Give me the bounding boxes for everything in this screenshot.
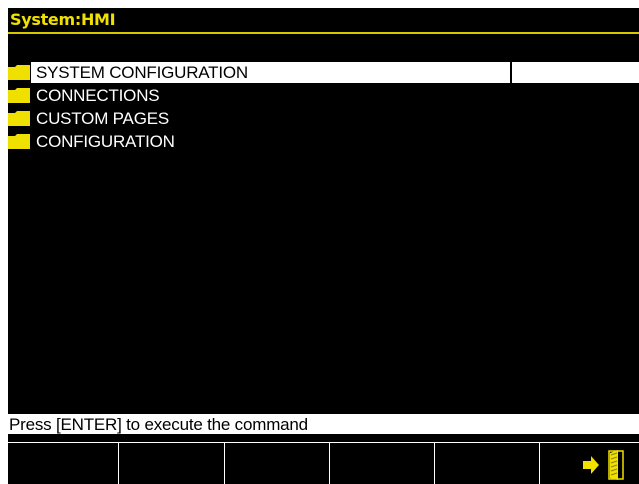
status-bar: Press [ENTER] to execute the command [8,414,639,435]
softkey-5[interactable] [434,442,539,484]
softkey-1[interactable] [8,442,118,484]
menu-item-label: CONFIGURATION [36,132,175,151]
softkey-bar [8,435,639,484]
softkey-exit[interactable] [539,442,639,484]
exit-door-icon [583,450,624,480]
softkey-3[interactable] [224,442,329,484]
status-text: Press [ENTER] to execute the command [9,415,308,434]
folder-icon [8,111,30,126]
menu-list: SYSTEM CONFIGURATION CONNECTIONS CUSTOM … [8,61,639,153]
menu-item-configuration[interactable]: CONFIGURATION [8,130,639,153]
selection-highlight-side [512,62,639,83]
hmi-screen: System:HMI SYSTEM CONFIGURATION CONNECTI… [8,8,639,484]
folder-icon [8,88,30,103]
softkey-4[interactable] [329,442,434,484]
menu-item-label: CUSTOM PAGES [36,109,169,128]
page-title: System:HMI [10,10,116,29]
folder-icon [8,134,30,149]
title-bar: System:HMI [8,8,639,34]
menu-item-label: SYSTEM CONFIGURATION [36,63,248,82]
folder-icon [8,65,30,80]
menu-item-custom-pages[interactable]: CUSTOM PAGES [8,107,639,130]
menu-item-label: CONNECTIONS [36,86,160,105]
menu-item-system-configuration[interactable]: SYSTEM CONFIGURATION [8,61,639,84]
softkey-2[interactable] [118,442,224,484]
menu-item-connections[interactable]: CONNECTIONS [8,84,639,107]
